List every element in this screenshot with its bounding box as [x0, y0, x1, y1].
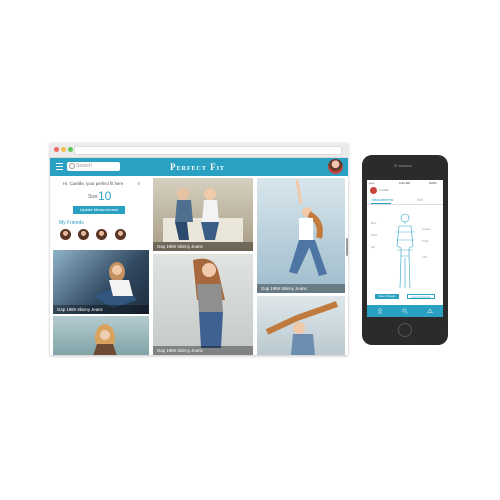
profile-card: Hi, Camille, your perfect fit here ⚙ Siz…	[53, 178, 149, 248]
product-caption: Gap 1969 Skinny Jeans	[53, 305, 149, 314]
tab-measurements[interactable]: Measurements	[372, 198, 393, 202]
status-time: 9:41 AM	[399, 181, 411, 185]
product-tile[interactable]: Gap 1969 Skinny Jeans	[153, 178, 253, 251]
model-photo	[163, 188, 243, 242]
save-changes-button[interactable]: Save Changes	[375, 294, 399, 299]
greeting-text: Hi, Camille, your perfect fit here	[63, 181, 124, 186]
measure-label: Calf	[422, 256, 427, 259]
measure-label: Bust	[371, 222, 377, 225]
measure-label: Thigh	[422, 240, 429, 243]
scrollbar[interactable]	[346, 238, 348, 256]
camera-icon	[394, 164, 397, 167]
home-button[interactable]	[398, 323, 412, 337]
browser-chrome	[50, 143, 348, 158]
carrier-indicator: •••••	[369, 181, 375, 185]
search-placeholder: Search	[76, 163, 92, 169]
size-value: 10	[98, 189, 112, 203]
measure-label: Waist	[371, 234, 378, 237]
search-input[interactable]: Search	[67, 162, 120, 171]
hanger-icon[interactable]	[426, 308, 433, 314]
measure-label: Inseam	[422, 228, 431, 231]
product-tile[interactable]: Gap 1969 Skinny Jeans	[257, 178, 345, 293]
measure-label: Hip	[371, 246, 375, 249]
update-measurement-button[interactable]: Update Measurement	[73, 206, 125, 214]
model-photo	[265, 301, 338, 355]
model-photo	[193, 258, 225, 348]
phone-device: ••••• 9:41 AM 100% Camille Measurements …	[362, 155, 448, 345]
tab-size[interactable]: Size	[417, 198, 423, 202]
avatar[interactable]	[370, 187, 377, 194]
friend-avatar[interactable]	[115, 229, 126, 240]
app-header: Search Perfect Fit	[50, 158, 348, 176]
model-photo	[93, 324, 117, 355]
app-title: Perfect Fit	[170, 162, 225, 172]
minimize-window-dot[interactable]	[61, 147, 66, 152]
address-bar[interactable]	[74, 146, 342, 155]
user-name: Camille	[379, 188, 390, 192]
product-tile[interactable]	[257, 296, 345, 355]
product-tile[interactable]	[53, 316, 149, 355]
speaker-grille	[398, 165, 412, 167]
gear-icon[interactable]: ⚙	[137, 181, 141, 186]
model-photo	[289, 179, 327, 276]
friend-avatar[interactable]	[96, 229, 107, 240]
maximize-window-dot[interactable]	[68, 147, 73, 152]
close-window-dot[interactable]	[54, 147, 59, 152]
body-figure	[395, 213, 415, 289]
search-icon	[69, 163, 75, 169]
size-label: Size	[88, 194, 98, 200]
cancel-changes-button[interactable]: Cancel Changes	[407, 294, 435, 299]
friends-label: My Friends	[59, 220, 84, 226]
product-caption: Gap 1969 Skinny Jeans	[257, 284, 345, 293]
friend-avatar[interactable]	[60, 229, 71, 240]
user-icon[interactable]	[377, 308, 383, 315]
product-caption: Gap 1969 Skinny Jeans	[153, 242, 253, 251]
bottom-nav	[367, 305, 443, 317]
browser-window: Search Perfect Fit Hi, Camille, your per…	[50, 143, 348, 355]
product-caption: Gap 1969 Skinny Jeans	[153, 346, 253, 355]
phone-header: Camille	[367, 186, 443, 196]
friend-avatar[interactable]	[78, 229, 89, 240]
product-tile[interactable]: Gap 1969 Skinny Jeans	[53, 250, 149, 314]
avatar[interactable]	[328, 159, 343, 174]
battery-indicator: 100%	[429, 181, 437, 185]
phone-screen: ••••• 9:41 AM 100% Camille Measurements …	[367, 180, 443, 317]
active-tab-indicator	[371, 203, 391, 204]
search-icon[interactable]	[402, 308, 408, 314]
product-tile[interactable]: Gap 1969 Skinny Jeans	[153, 254, 253, 355]
phone-tabs: Measurements Size	[367, 197, 443, 205]
menu-icon[interactable]	[56, 163, 63, 170]
